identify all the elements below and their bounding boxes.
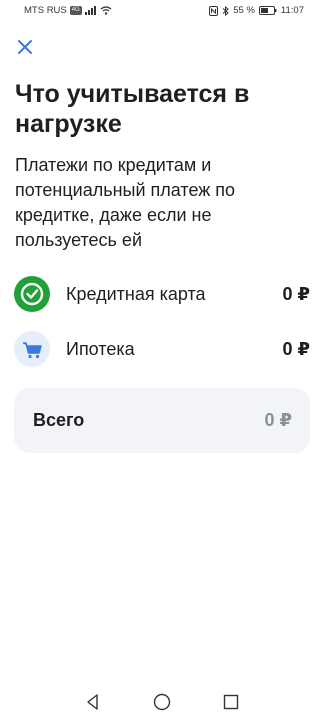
network-badge: 4G xyxy=(69,6,82,15)
total-value: 0 ₽ xyxy=(264,410,292,430)
wifi-icon xyxy=(100,6,112,15)
bluetooth-icon xyxy=(222,5,230,16)
status-right: 55 % 11:07 xyxy=(209,5,304,16)
total-card: Всего 0 ₽ xyxy=(14,388,310,453)
credit-card-label: Кредитная карта xyxy=(66,284,206,304)
status-left: MTS RUS 4G xyxy=(24,5,112,16)
signal-icon xyxy=(84,6,96,15)
nav-home-button[interactable] xyxy=(152,692,172,712)
credit-card-check-icon xyxy=(14,276,50,312)
battery-percent: 55 % xyxy=(233,5,255,16)
carrier-name: MTS RUS xyxy=(24,5,67,16)
system-nav-bar xyxy=(0,684,324,720)
close-icon xyxy=(18,40,32,54)
battery-icon xyxy=(258,6,277,15)
credit-card-value: 0 ₽ xyxy=(282,284,310,304)
back-triangle-icon xyxy=(87,694,98,710)
page-subtitle: Платежи по кредитам и потенциальный плат… xyxy=(15,155,236,250)
cart-icon xyxy=(14,331,50,367)
status-bar: MTS RUS 4G 55 % 11:07 xyxy=(0,0,324,22)
mortgage-value: 0 ₽ xyxy=(282,339,310,359)
clock: 11:07 xyxy=(280,5,304,16)
home-circle-icon xyxy=(153,693,171,711)
nfc-icon xyxy=(209,5,219,16)
page-title: Что учитывается в нагрузке xyxy=(15,80,250,138)
nav-recents-button[interactable] xyxy=(221,692,241,712)
list-item-mortgage: Ипотека 0 ₽ xyxy=(14,331,310,367)
mortgage-label: Ипотека xyxy=(66,339,135,359)
total-label: Всего xyxy=(33,410,85,430)
nav-back-button[interactable] xyxy=(83,692,103,712)
recents-square-icon xyxy=(223,694,239,710)
list-item-credit-card: Кредитная карта 0 ₽ xyxy=(14,276,310,312)
close-button[interactable] xyxy=(12,34,38,60)
